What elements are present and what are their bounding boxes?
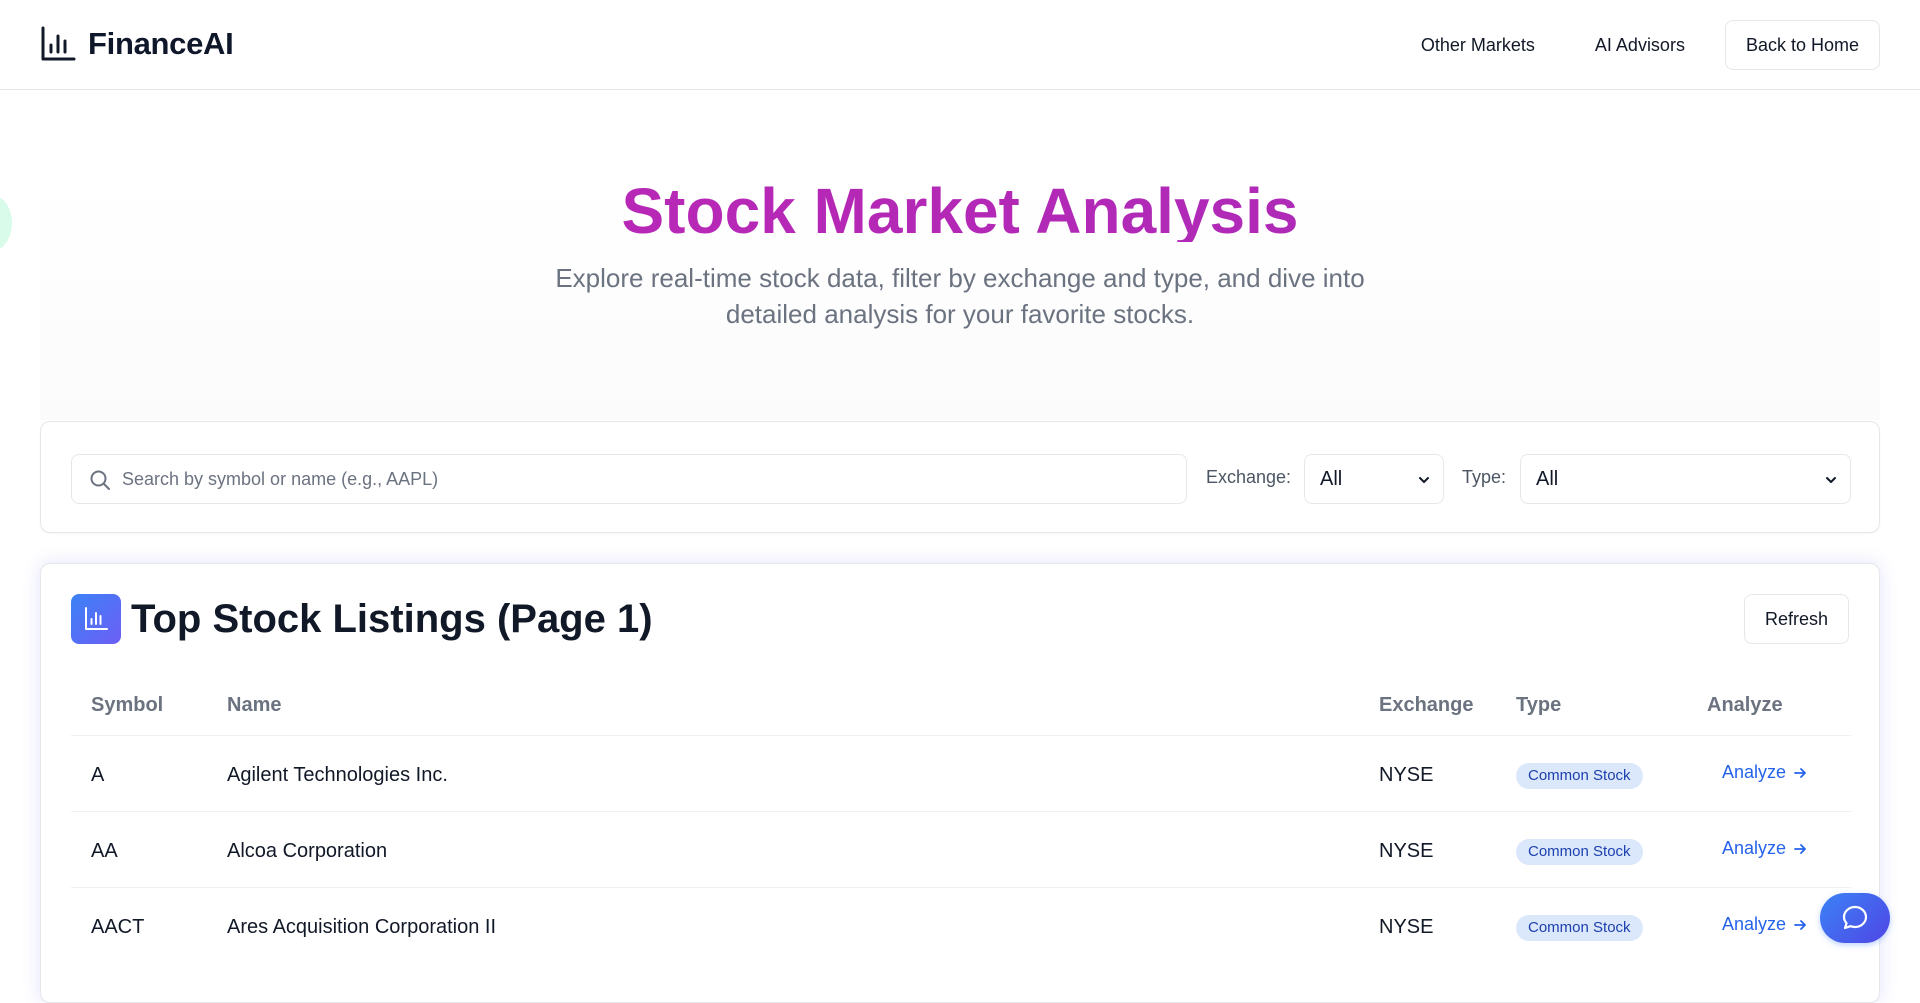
top-navbar: FinanceAI Other Markets AI Advisors Back… — [0, 0, 1920, 90]
search-box[interactable] — [71, 454, 1187, 504]
nav-ai-advisors[interactable]: AI Advisors — [1565, 20, 1715, 70]
exchange-select[interactable]: All — [1304, 454, 1444, 504]
refresh-button[interactable]: Refresh — [1743, 594, 1849, 644]
chevron-down-icon — [1419, 477, 1429, 483]
analyze-label: Analyze — [1722, 914, 1787, 934]
type-badge: Common Stock — [1516, 839, 1643, 865]
bar-chart-icon — [85, 607, 108, 630]
column-header-symbol[interactable]: Symbol — [91, 694, 163, 717]
cell-name: Alcoa Corporation — [227, 840, 388, 862]
table-row[interactable]: AA Alcoa Corporation NYSE Common Stock A… — [71, 811, 1851, 887]
bar-chart-icon — [41, 26, 76, 61]
cell-exchange: NYSE — [1379, 916, 1434, 938]
type-select-value: All — [1536, 468, 1559, 490]
type-badge: Common Stock — [1516, 915, 1643, 941]
column-header-name[interactable]: Name — [227, 694, 281, 717]
page-subtitle: Explore real-time stock data, filter by … — [555, 263, 1365, 329]
exchange-label: Exchange: — [1206, 467, 1292, 487]
stock-listings-card: Top Stock Listings (Page 1) Refresh Symb… — [40, 563, 1880, 1003]
back-to-home-button[interactable]: Back to Home — [1724, 20, 1880, 70]
type-label: Type: — [1462, 467, 1507, 487]
arrow-right-icon — [1794, 767, 1806, 778]
brand-logo[interactable]: FinanceAI — [40, 26, 234, 62]
page-title: Stock Market Analysis — [40, 179, 1880, 243]
search-input[interactable] — [122, 455, 1172, 503]
hero-section: Stock Market Analysis Explore real-time … — [40, 179, 1880, 420]
type-badge: Common Stock — [1516, 763, 1643, 789]
analyze-link[interactable]: Analyze — [1722, 762, 1808, 783]
table-row[interactable]: A Agilent Technologies Inc. NYSE Common … — [71, 735, 1851, 811]
cell-exchange: NYSE — [1379, 840, 1434, 862]
search-icon — [90, 470, 110, 490]
column-header-exchange[interactable]: Exchange — [1379, 694, 1473, 717]
analyze-link[interactable]: Analyze — [1722, 914, 1808, 935]
chevron-down-icon — [1826, 477, 1836, 483]
type-select[interactable]: All — [1520, 454, 1851, 504]
cell-symbol: AA — [91, 840, 118, 862]
table-row[interactable]: AACT Ares Acquisition Corporation II NYS… — [71, 887, 1851, 963]
cell-exchange: NYSE — [1379, 764, 1434, 786]
chat-bubble-icon — [1842, 905, 1868, 930]
nav-menu: Other Markets AI Advisors Back to Home — [1391, 20, 1880, 70]
side-decoration — [0, 195, 12, 251]
column-header-type[interactable]: Type — [1516, 694, 1561, 717]
chat-button[interactable] — [1820, 893, 1890, 943]
exchange-select-value: All — [1320, 468, 1343, 490]
nav-other-markets[interactable]: Other Markets — [1391, 20, 1565, 70]
cell-name: Ares Acquisition Corporation II — [227, 916, 497, 938]
arrow-right-icon — [1794, 843, 1806, 854]
analyze-label: Analyze — [1722, 838, 1787, 858]
listings-icon — [71, 594, 121, 644]
arrow-right-icon — [1794, 919, 1806, 930]
cell-name: Agilent Technologies Inc. — [227, 764, 448, 786]
filter-panel: Exchange: All Type: All — [40, 421, 1880, 533]
cell-symbol: A — [91, 764, 105, 786]
brand-name: FinanceAI — [88, 26, 234, 61]
listings-title: Top Stock Listings (Page 1) — [131, 597, 653, 641]
analyze-link[interactable]: Analyze — [1722, 838, 1808, 859]
cell-symbol: AACT — [91, 916, 145, 938]
analyze-label: Analyze — [1722, 762, 1787, 782]
column-header-analyze: Analyze — [1707, 694, 1783, 716]
